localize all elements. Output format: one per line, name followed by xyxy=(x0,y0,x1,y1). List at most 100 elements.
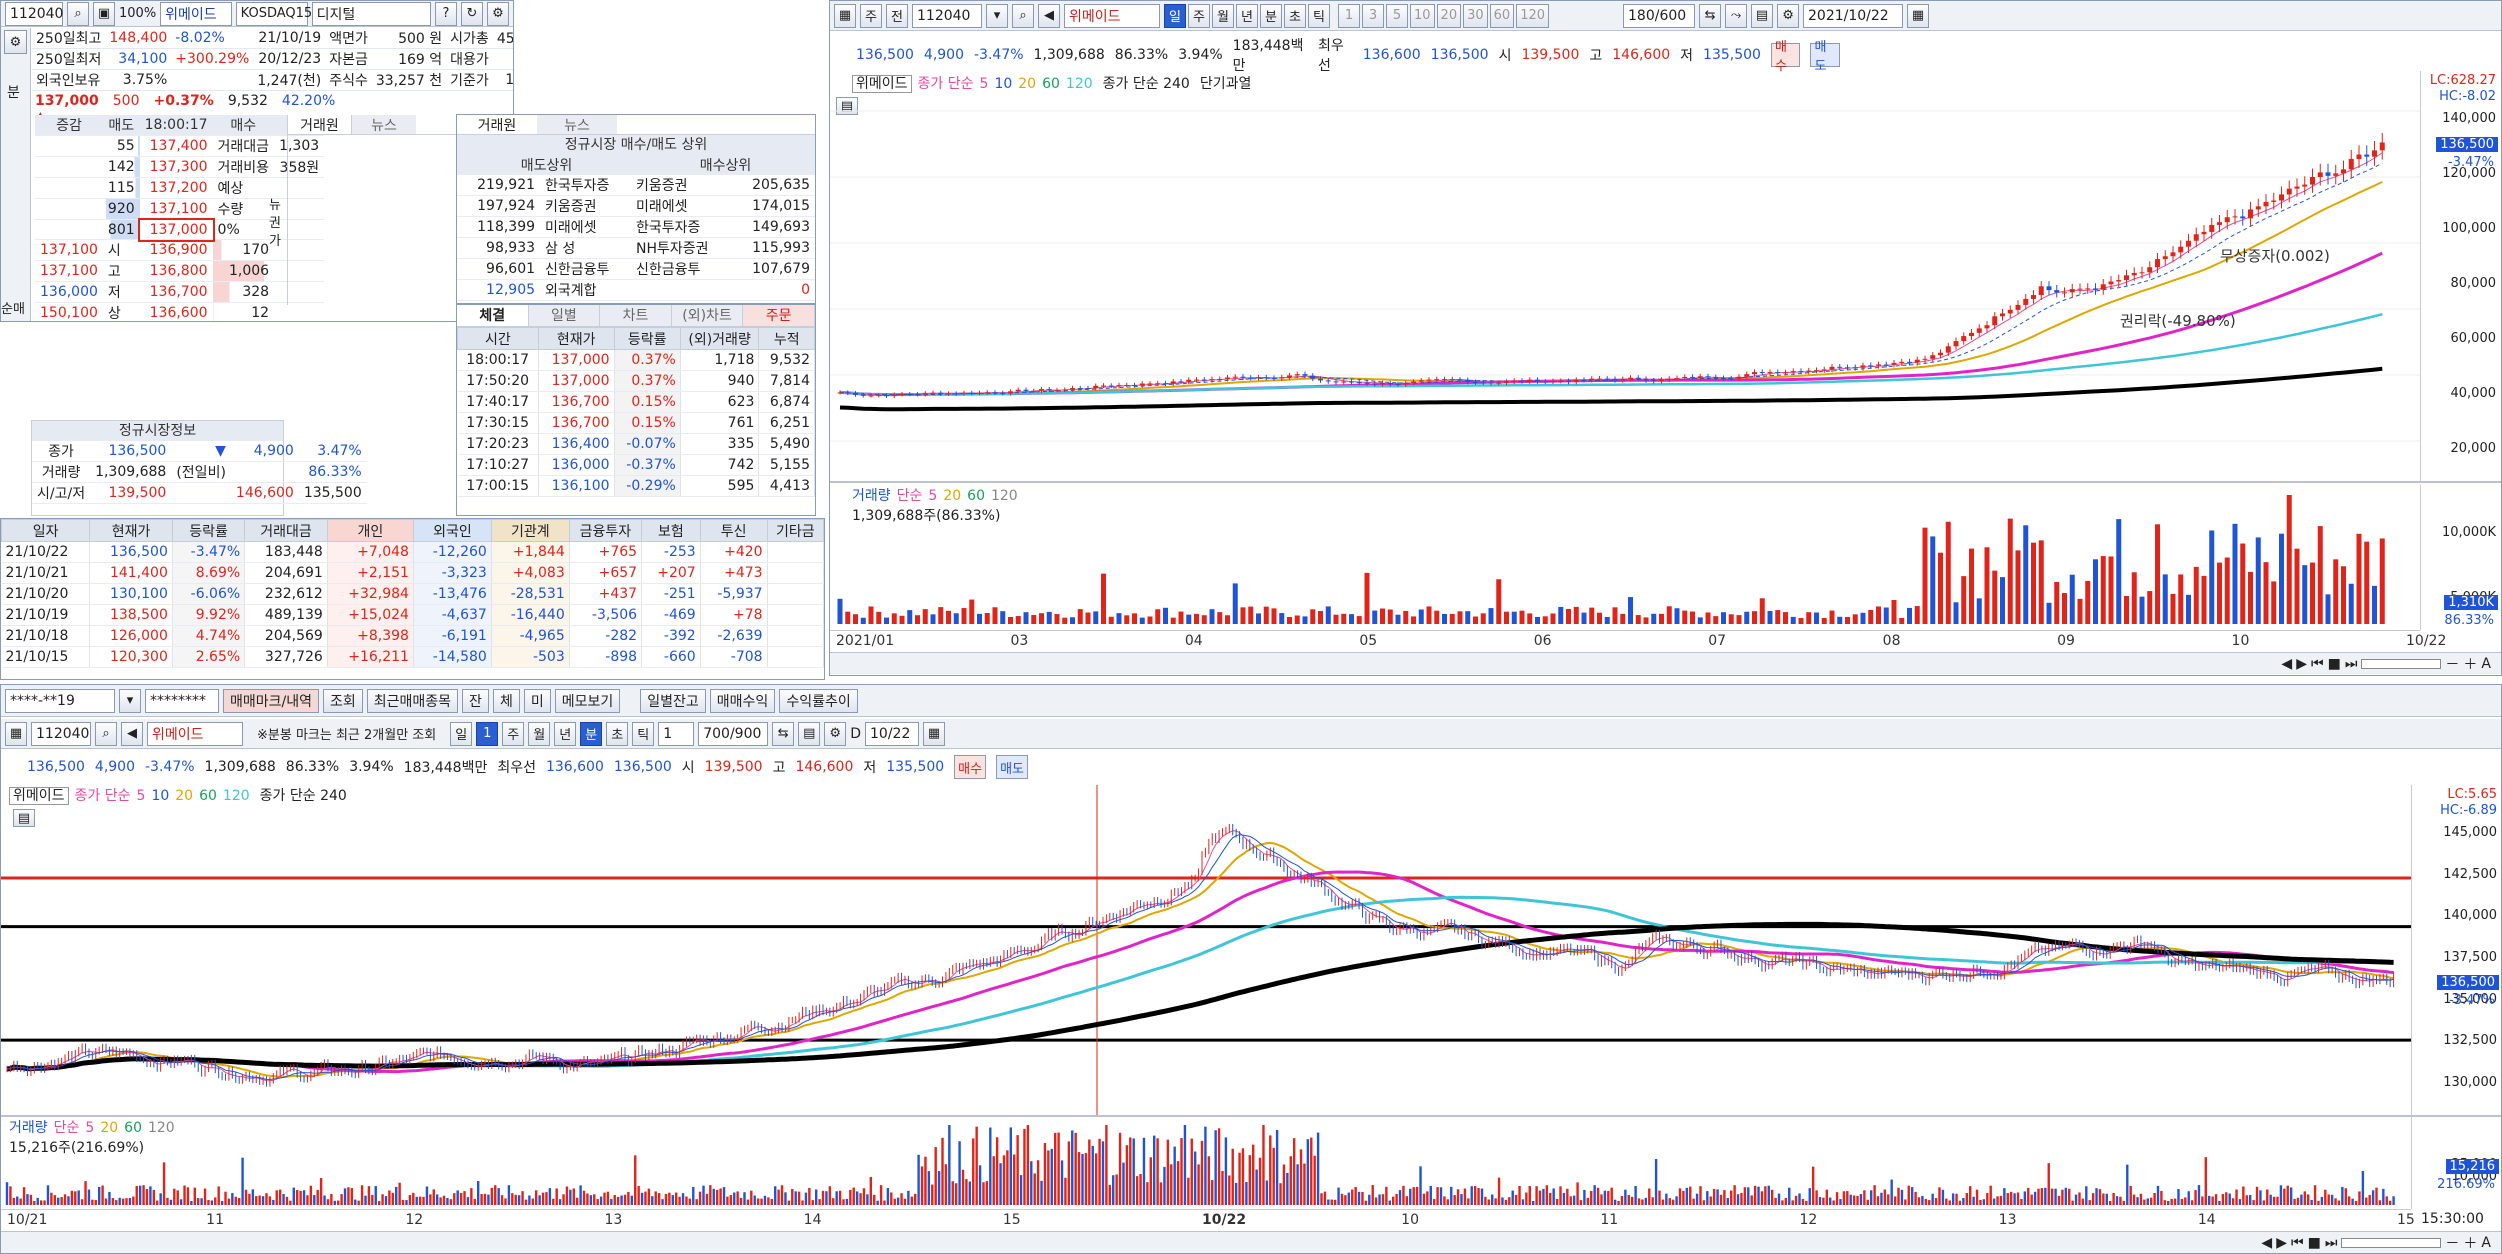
broker-row[interactable]: 98,933 삼 성 NH투자증권 115,993 xyxy=(457,237,815,259)
daily-volume-chart[interactable] xyxy=(830,485,2420,630)
account-btn-2[interactable]: 최근매매종목 xyxy=(366,688,459,713)
tab-broker[interactable]: 거래원 xyxy=(457,115,537,134)
zoom-in-icon[interactable]: ＋ xyxy=(2463,1233,2477,1253)
minute-count[interactable]: 700/900 xyxy=(698,721,769,746)
period-button-3[interactable]: 년 xyxy=(1236,3,1258,28)
period-button-5[interactable]: 초 xyxy=(1284,3,1306,28)
broker-row[interactable]: 219,921 한국투자증 키움증권 205,635 xyxy=(457,175,815,196)
account-btn-0[interactable]: 매매마크/내역 xyxy=(223,688,319,713)
period-button-4[interactable]: 분 xyxy=(1260,3,1282,28)
chart-type-icon[interactable]: ⤳ xyxy=(1725,3,1748,28)
grid-icon[interactable]: ▦ xyxy=(5,721,27,746)
scroll-end-icon[interactable]: ⏭ xyxy=(2345,656,2358,672)
interval-button-1[interactable]: 3 xyxy=(1362,3,1384,28)
sell-button[interactable]: 매도 xyxy=(996,755,1029,779)
daily-header-cell[interactable]: 거래대금 xyxy=(244,519,328,542)
period-button-6[interactable]: 틱 xyxy=(1308,3,1330,28)
broker-row[interactable]: 197,924 키움증권 미래에셋 174,015 xyxy=(457,195,815,217)
interval-button-4[interactable]: 20 xyxy=(1436,3,1462,28)
chevron-down-icon[interactable]: ▾ xyxy=(119,688,141,713)
daily-header-cell[interactable]: 일자 xyxy=(1,519,91,542)
daily-header-cell[interactable]: 등락률 xyxy=(171,519,246,542)
all-button[interactable]: 전 xyxy=(886,3,908,28)
tab-news[interactable]: 뉴스 xyxy=(537,115,617,134)
gear-icon[interactable]: ⚙ xyxy=(1777,3,1800,28)
tick-tab-0[interactable]: 체결 xyxy=(457,305,529,326)
zoom-in-icon[interactable]: ＋ xyxy=(2463,654,2477,674)
grid-icon[interactable]: ▦ xyxy=(834,3,856,28)
account-btn-7[interactable]: 일별잔고 xyxy=(640,688,706,713)
interval-button-0[interactable]: 1 xyxy=(1338,3,1360,28)
chart-date-field[interactable]: 2021/10/22 xyxy=(1803,3,1904,28)
daily-header-cell[interactable]: 기관계 xyxy=(490,519,570,542)
search-icon[interactable]: ⌕ xyxy=(95,721,117,746)
zoom-out-icon[interactable]: － xyxy=(2445,654,2459,674)
minute-period-7[interactable]: 틱 xyxy=(632,721,655,746)
account-btn-5[interactable]: 미 xyxy=(523,688,551,713)
minute-period-4[interactable]: 년 xyxy=(554,721,577,746)
calendar-icon[interactable]: ▦ xyxy=(1907,3,1930,28)
buy-button[interactable]: 매수 xyxy=(954,755,987,779)
daily-header-cell[interactable]: 금융투자 xyxy=(568,519,643,542)
daily-header-cell[interactable]: 보험 xyxy=(641,519,701,542)
account-input[interactable]: ****-**19 xyxy=(5,688,115,713)
save-icon[interactable]: ▤ xyxy=(798,721,821,746)
period-button-1[interactable]: 주 xyxy=(1188,3,1210,28)
minute-period-1[interactable]: 1 xyxy=(476,721,499,746)
minute-name-field[interactable]: 위메이드 xyxy=(147,721,243,746)
minute-volume-chart[interactable] xyxy=(1,1117,2411,1209)
chart-scrollbar[interactable]: ◀ ▶ ⏮ ■ ⏭ －＋ A xyxy=(830,652,2501,674)
interval-button-7[interactable]: 120 xyxy=(1516,3,1550,28)
daily-row[interactable]: 21/10/15 120,300 2.65% 327,726 +16,211 -14,58… xyxy=(1,646,824,668)
d-checkbox-label[interactable]: D xyxy=(850,726,861,742)
chevron-down-icon[interactable]: ▾ xyxy=(986,3,1008,28)
tools-icon[interactable]: ⇆ xyxy=(1699,3,1722,28)
daily-row[interactable]: 21/10/19 138,500 9.92% 489,139 +15,024 -4,637… xyxy=(1,604,824,626)
daily-row[interactable]: 21/10/18 126,000 4.74% 204,569 +8,398 -6,191-… xyxy=(1,625,824,647)
sell-button[interactable]: 매도 xyxy=(1810,40,1841,74)
daily-row[interactable]: 21/10/21 141,400 8.69% 204,691 +2,151 -3,323 +… xyxy=(1,562,824,584)
daily-header-cell[interactable]: 현재가 xyxy=(89,519,173,542)
gear-icon[interactable]: ⚙ xyxy=(824,721,847,746)
account-btn-9[interactable]: 수익률추이 xyxy=(779,688,858,713)
interval-button-5[interactable]: 30 xyxy=(1463,3,1488,28)
tick-tab-2[interactable]: 차트 xyxy=(600,305,672,326)
minute-interval[interactable]: 1 xyxy=(658,721,695,746)
account-btn-4[interactable]: 체 xyxy=(492,688,520,713)
minute-date[interactable]: 10/22 xyxy=(865,721,919,746)
broker-row[interactable]: 96,601 신한금융투 신한금융투 107,679 xyxy=(457,258,815,280)
daily-row[interactable]: 21/10/20 130,100 -6.06% 232,612 +32,984 -13,4… xyxy=(1,583,824,605)
broker-row[interactable]: 118,399 미래에셋 한국투자증 149,693 xyxy=(457,216,815,238)
scroll-start-icon[interactable]: ⏮ xyxy=(2311,656,2324,672)
account-btn-6[interactable]: 메모보기 xyxy=(554,688,621,713)
account-btn-3[interactable]: 잔 xyxy=(462,688,489,713)
period-button-2[interactable]: 월 xyxy=(1212,3,1234,28)
scroll-start-icon[interactable]: ⏮ xyxy=(2291,1235,2304,1251)
text-icon[interactable]: A xyxy=(2481,1235,2491,1251)
minute-price-chart[interactable] xyxy=(1,785,2411,1115)
save-icon[interactable]: ▤ xyxy=(1751,3,1774,28)
buy-button[interactable]: 매수 xyxy=(1770,40,1801,74)
tick-tab-1[interactable]: 일별 xyxy=(528,305,601,326)
scroll-end-icon[interactable]: ⏭ xyxy=(2325,1235,2338,1251)
daily-header-cell[interactable]: 개인 xyxy=(326,519,414,542)
daily-header-cell[interactable]: 투신 xyxy=(699,519,768,542)
minute-period-0[interactable]: 일 xyxy=(450,721,473,746)
password-input[interactable]: ******** xyxy=(145,688,219,713)
scroll-play-icon[interactable]: ▶ xyxy=(2276,1235,2287,1251)
tools-icon[interactable]: ⇆ xyxy=(772,721,795,746)
minute-period-2[interactable]: 주 xyxy=(502,721,525,746)
daily-header-cell[interactable]: 기타금 xyxy=(766,519,824,542)
period-week-button[interactable]: 주 xyxy=(860,3,882,28)
scroll-left-icon[interactable]: ◀ xyxy=(2261,1235,2272,1251)
tick-tab-4[interactable]: 주문 xyxy=(743,305,815,326)
chart-count-field[interactable]: 180/600 xyxy=(1623,3,1696,28)
daily-header-cell[interactable]: 외국인 xyxy=(412,519,492,542)
daily-price-chart[interactable]: 무상증자(0.002) 권리락(-49.80%) xyxy=(830,71,2420,481)
minute-scrollbar[interactable]: ◀ ▶ ⏮ ■ ⏭ －＋ A xyxy=(1,1231,2501,1253)
broker-row[interactable]: 12,905 외국계합 0 xyxy=(457,279,815,301)
scroll-play-icon[interactable]: ▶ xyxy=(2296,656,2307,672)
minute-code-input[interactable]: 112040 xyxy=(31,721,91,746)
minute-period-6[interactable]: 초 xyxy=(606,721,629,746)
calendar-icon[interactable]: ▦ xyxy=(923,721,945,746)
